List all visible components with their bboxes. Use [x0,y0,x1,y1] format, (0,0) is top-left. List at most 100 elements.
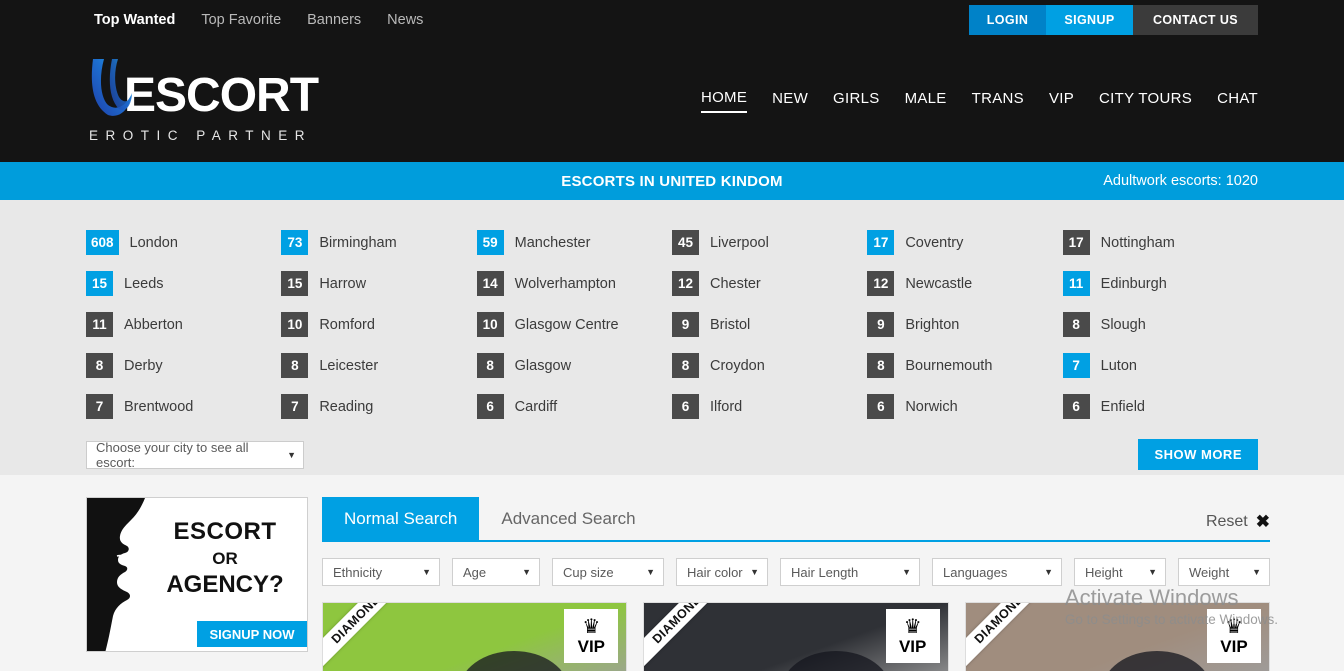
city-item[interactable]: 12 Chester [671,263,867,304]
ad-signup-now-button[interactable]: SIGNUP NOW [197,621,307,647]
filter-age[interactable]: Age ▼ [452,558,540,586]
city-count-badge: 8 [867,353,895,378]
top-nav-item-top-favorite[interactable]: Top Favorite [201,13,281,28]
nav-item-city-tours[interactable]: CITY TOURS [1099,90,1192,112]
city-name-label: Glasgow [514,357,572,374]
city-name-label: Abberton [124,316,183,333]
city-item[interactable]: 6 Cardiff [476,386,672,427]
chevron-down-icon: ▼ [1044,567,1053,577]
chevron-down-icon: ▼ [422,567,431,577]
city-item[interactable]: 8 Glasgow [476,345,672,386]
city-item[interactable]: 6 Ilford [671,386,867,427]
city-count-badge: 17 [867,230,895,255]
filter-hair-length[interactable]: Hair Length ▼ [780,558,920,586]
search-tabs: Normal Search Advanced Search Reset ✖ [322,497,1270,542]
filter-ethnicity[interactable]: Ethnicity ▼ [322,558,440,586]
signup-button[interactable]: SIGNUP [1046,5,1133,35]
city-name-label: Derby [124,357,163,374]
city-name-label: Bristol [709,316,751,333]
city-count-badge: 14 [476,271,504,296]
tab-normal-search[interactable]: Normal Search [322,497,480,540]
city-item[interactable]: 7 Brentwood [86,386,281,427]
city-select-label: Choose your city to see all escort: [96,439,249,470]
region-banner: ESCORTS IN UNITED KINDOM Adultwork escor… [0,162,1344,209]
tab-advanced-search[interactable]: Advanced Search [479,497,657,540]
filter-dropdown-row: Ethnicity ▼ Age ▼ Cup size ▼ Hair color ▼ Hair L… [322,558,1270,586]
city-item[interactable]: 45 Liverpool [671,222,867,263]
city-item[interactable]: 7 Reading [281,386,476,427]
nav-item-home[interactable]: HOME [700,89,748,113]
city-item[interactable]: 15 Leeds [86,263,281,304]
city-count-badge: 9 [867,312,895,337]
ad-line-3: AGENCY? [166,571,284,598]
filter-hair-color[interactable]: Hair color ▼ [676,558,768,586]
city-item[interactable]: 15 Harrow [281,263,476,304]
city-item[interactable]: 608 London [86,222,281,263]
site-logo[interactable]: ESCORT EROTIC PARTNER [86,59,319,143]
city-item[interactable]: 9 Brighton [867,304,1062,345]
nav-item-trans[interactable]: TRANS [972,90,1024,112]
vip-escort-card[interactable]: DIAMOND ♛ VIP [964,602,1270,671]
city-item[interactable]: 11 Abberton [86,304,281,345]
city-count-badge: 10 [476,312,504,337]
vip-label: VIP [1220,637,1248,656]
nav-item-male[interactable]: MALE [905,90,947,112]
signup-ad-banner[interactable]: ESCORT OR AGENCY? SIGNUP NOW [86,497,308,652]
city-item[interactable]: 8 Derby [86,345,281,386]
city-item[interactable]: 8 Slough [1062,304,1258,345]
city-count-badge: 59 [476,230,504,255]
reset-filters-button[interactable]: Reset ✖ [1206,512,1270,532]
filter-label: Languages [943,564,1008,580]
city-count-badge: 6 [476,394,504,419]
vip-card-row: DIAMOND ♛ VIP DIAMOND ♛ VIP DIAMOND ♛ VIP [322,602,1270,671]
show-more-button[interactable]: SHOW MORE [1138,439,1258,470]
city-item[interactable]: 14 Wolverhampton [476,263,672,304]
filter-cup-size[interactable]: Cup size ▼ [552,558,664,586]
filter-weight[interactable]: Weight ▼ [1178,558,1270,586]
city-name-label: Brighton [905,316,960,333]
nav-item-new[interactable]: NEW [772,90,808,112]
city-item[interactable]: 73 Birmingham [281,222,476,263]
city-footer: Choose your city to see all escort: ▼ SH… [86,439,1258,470]
login-button[interactable]: LOGIN [969,5,1046,35]
city-item[interactable]: 7 Luton [1062,345,1258,386]
filter-label: Hair color [687,564,743,580]
filter-height[interactable]: Height ▼ [1074,558,1166,586]
city-name-label: Bournemouth [905,357,993,374]
vip-escort-card[interactable]: DIAMOND ♛ VIP [643,602,949,671]
top-utility-bar: Top Wanted Top Favorite Banners News LOG… [0,0,1344,40]
city-item[interactable]: 9 Bristol [671,304,867,345]
top-nav-item-news[interactable]: News [387,13,423,28]
city-count-badge: 8 [671,353,699,378]
city-item[interactable]: 10 Glasgow Centre [476,304,672,345]
city-name-label: Birmingham [319,234,397,251]
contact-us-button[interactable]: CONTACT US [1133,5,1258,35]
top-nav-item-banners[interactable]: Banners [307,13,361,28]
city-item[interactable]: 10 Romford [281,304,476,345]
city-count-badge: 15 [86,271,113,296]
city-item[interactable]: 6 Enfield [1062,386,1258,427]
top-nav-item-top-wanted[interactable]: Top Wanted [94,13,175,28]
city-name-label: Edinburgh [1100,275,1167,292]
city-count-badge: 8 [1062,312,1090,337]
city-item[interactable]: 17 Coventry [867,222,1062,263]
filter-languages[interactable]: Languages ▼ [932,558,1062,586]
city-item[interactable]: 6 Norwich [867,386,1062,427]
nav-item-vip[interactable]: VIP [1049,90,1074,112]
nav-item-girls[interactable]: GIRLS [833,90,880,112]
city-item[interactable]: 12 Newcastle [867,263,1062,304]
city-item[interactable]: 59 Manchester [476,222,672,263]
city-item[interactable]: 8 Bournemouth [867,345,1062,386]
ad-line-1: ESCORT [173,518,277,545]
city-item[interactable]: 11 Edinburgh [1062,263,1258,304]
city-item[interactable]: 8 Leicester [281,345,476,386]
lower-section: ESCORT OR AGENCY? SIGNUP NOW Normal Sear… [0,475,1344,671]
city-select-dropdown[interactable]: Choose your city to see all escort: ▼ [86,439,304,470]
city-list-section: 608 London 15 Leeds 11 Abberton 8 Derby 7 Brentwo… [0,200,1344,475]
city-name-label: London [129,234,178,251]
city-item[interactable]: 17 Nottingham [1062,222,1258,263]
vip-escort-card[interactable]: DIAMOND ♛ VIP [322,602,628,671]
city-item[interactable]: 8 Croydon [671,345,867,386]
nav-item-chat[interactable]: CHAT [1217,90,1258,112]
city-name-label: Liverpool [709,234,769,251]
